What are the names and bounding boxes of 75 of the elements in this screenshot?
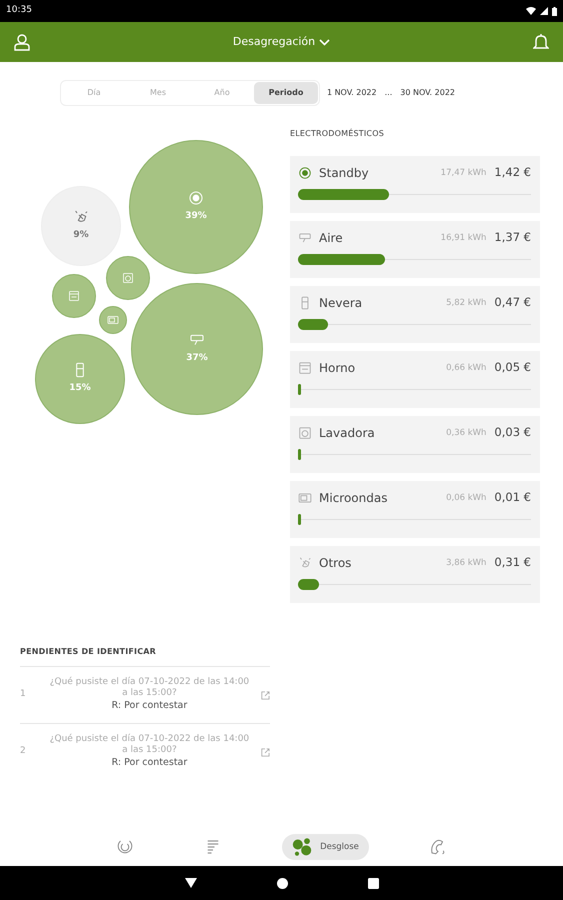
appliance-card[interactable]: Nevera 5,82 kWh 0,47 € bbox=[290, 286, 540, 343]
cost-value: 0,05 € bbox=[494, 359, 531, 376]
energy-value: 0,36 kWh bbox=[446, 426, 486, 440]
percent-label: 37% bbox=[186, 352, 208, 366]
date-separator: ... bbox=[384, 87, 392, 99]
phone-icon bbox=[428, 838, 447, 856]
energy-value: 17,47 kWh bbox=[440, 166, 486, 180]
cost-value: 0,03 € bbox=[494, 424, 531, 442]
row-number: 2 bbox=[20, 745, 27, 758]
bubble[interactable] bbox=[106, 256, 150, 300]
wifi-icon bbox=[526, 7, 536, 15]
appliance-name: Nevera bbox=[319, 295, 362, 312]
bubble[interactable]: 9% bbox=[41, 186, 121, 266]
end-date[interactable]: 30 NOV. 2022 bbox=[400, 87, 455, 99]
back-icon[interactable] bbox=[184, 878, 196, 888]
user-icon[interactable] bbox=[14, 34, 30, 50]
power-dot-icon bbox=[188, 190, 204, 206]
washer-icon bbox=[122, 272, 134, 284]
section-dropdown[interactable]: Desagregación bbox=[232, 32, 332, 52]
recents-icon[interactable] bbox=[368, 878, 378, 888]
washer-icon bbox=[298, 426, 312, 440]
battery-icon bbox=[552, 6, 557, 16]
percent-label: 9% bbox=[73, 229, 89, 242]
appliance-name: Microondas bbox=[319, 490, 388, 507]
percent-label: 39% bbox=[185, 210, 207, 224]
energy-value: 5,82 kWh bbox=[446, 296, 486, 310]
row-number: 1 bbox=[20, 688, 27, 702]
appliance-name: Lavadora bbox=[319, 425, 375, 442]
power-dot-icon bbox=[298, 166, 312, 180]
cost-value: 0,31 € bbox=[494, 554, 531, 572]
energy-value: 0,06 kWh bbox=[446, 492, 486, 504]
gauge-icon bbox=[116, 838, 134, 856]
appliance-card[interactable]: Otros 3,86 kWh 0,31 € bbox=[290, 546, 540, 603]
question-text: ¿Qué pusiste el día 07-10-2022 de las 14:00 a las 15:00? bbox=[48, 734, 250, 756]
bell-icon[interactable] bbox=[533, 33, 549, 51]
nav-tab[interactable]: Desglose bbox=[282, 834, 369, 860]
home-icon[interactable] bbox=[276, 878, 288, 888]
signal-icon bbox=[540, 7, 548, 15]
open-external-icon[interactable] bbox=[261, 690, 270, 700]
appliance-card[interactable]: Microondas 0,06 kWh 0,01 € bbox=[290, 481, 540, 538]
answer-text: R: Por contestar bbox=[110, 756, 188, 770]
cost-value: 0,47 € bbox=[494, 294, 531, 312]
period-tab[interactable]: Periodo bbox=[254, 82, 318, 104]
section-title: ELECTRODOMÉSTICOS bbox=[290, 128, 385, 140]
bubbles-icon bbox=[292, 837, 312, 857]
appliance-name: Horno bbox=[319, 360, 356, 377]
microwave-icon bbox=[298, 491, 312, 505]
oven-icon bbox=[298, 361, 312, 375]
appliance-name: Otros bbox=[319, 555, 352, 572]
energy-value: 0,66 kWh bbox=[446, 362, 486, 374]
bubble[interactable] bbox=[52, 274, 96, 318]
section-title: PENDIENTES DE IDENTIFICAR bbox=[20, 646, 158, 658]
cost-value: 0,01 € bbox=[494, 489, 531, 506]
energy-value: 16,91 kWh bbox=[440, 232, 486, 244]
answer-text: R: Por contestar bbox=[110, 699, 188, 714]
appliance-name: Aire bbox=[319, 230, 343, 247]
status-time: 10:35 bbox=[6, 4, 32, 18]
start-date[interactable]: 1 NOV. 2022 bbox=[326, 87, 377, 99]
air-conditioner-icon bbox=[298, 231, 312, 245]
appliance-card[interactable]: Aire 16,91 kWh 1,37 € bbox=[290, 221, 540, 278]
open-external-icon[interactable] bbox=[261, 746, 270, 758]
chevron-down-icon bbox=[319, 38, 330, 46]
appliance-card[interactable]: Lavadora 0,36 kWh 0,03 € bbox=[290, 416, 540, 473]
oven-icon bbox=[68, 290, 80, 302]
appliance-card[interactable]: Standby 17,47 kWh 1,42 € bbox=[290, 156, 540, 213]
energy-value: 3,86 kWh bbox=[446, 556, 486, 570]
percent-label: 15% bbox=[69, 382, 91, 396]
question-text: ¿Qué pusiste el día 07-10-2022 de las 14:00 a las 15:00? bbox=[48, 676, 250, 700]
appliance-name: Standby bbox=[319, 165, 369, 182]
appliance-card[interactable]: Horno 0,66 kWh 0,05 € bbox=[290, 351, 540, 408]
microwave-icon bbox=[107, 314, 119, 326]
plug-icon bbox=[298, 556, 312, 570]
cost-value: 1,37 € bbox=[494, 229, 531, 246]
cost-value: 1,42 € bbox=[494, 164, 531, 182]
bubble[interactable] bbox=[99, 306, 127, 334]
